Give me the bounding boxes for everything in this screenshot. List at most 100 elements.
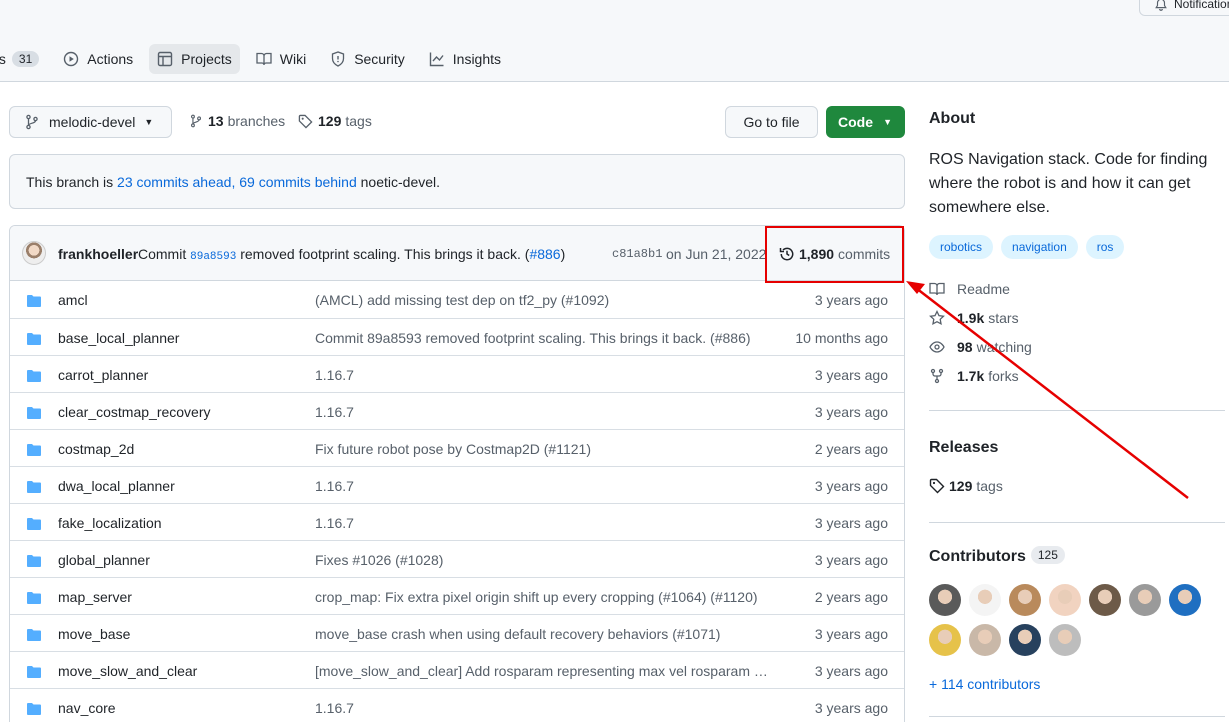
contributor-avatar[interactable] xyxy=(969,584,1001,616)
file-commit-message[interactable]: 1.16.7 xyxy=(315,404,354,420)
tab-label: ts xyxy=(0,51,6,67)
file-row[interactable]: base_local_planner Commit 89a8593 removed… xyxy=(10,318,904,355)
commit-author[interactable]: frankhoeller xyxy=(58,246,138,262)
watchers-link[interactable]: 98 watching xyxy=(929,339,1032,355)
forks-link[interactable]: 1.7k forks xyxy=(929,368,1019,384)
commit-message-sha[interactable]: 89a8593 xyxy=(190,251,236,263)
sidebar-divider xyxy=(929,716,1225,717)
contributor-avatar[interactable] xyxy=(929,584,961,616)
tab-insights[interactable]: Insights xyxy=(421,44,509,74)
releases-heading[interactable]: Releases xyxy=(929,439,1225,457)
banner-prefix: This branch is xyxy=(26,174,114,190)
file-commit-message[interactable]: [move_slow_and_clear] Add rosparam repre… xyxy=(315,663,775,679)
file-commit-age: 3 years ago xyxy=(814,700,888,716)
file-commit-message[interactable]: Fixes #1026 (#1028) xyxy=(315,552,443,568)
watching-label: watching xyxy=(976,339,1032,355)
commit-message[interactable]: Commit 89a8593 removed footprint scaling… xyxy=(138,246,565,263)
file-name[interactable]: clear_costmap_recovery xyxy=(58,404,211,420)
file-name[interactable]: amcl xyxy=(58,292,88,308)
tab-security[interactable]: Security xyxy=(322,44,413,74)
release-tags-link[interactable]: 129 tags xyxy=(929,478,1003,494)
file-row[interactable]: map_server crop_map: Fix extra pixel orig… xyxy=(10,577,904,614)
folder-icon xyxy=(26,331,42,350)
file-commit-message[interactable]: 1.16.7 xyxy=(315,515,354,531)
branch-select-button[interactable]: melodic-devel ▼ xyxy=(9,106,172,138)
file-row[interactable]: global_planner Fixes #1026 (#1028) 3 years… xyxy=(10,540,904,577)
sidebar-divider xyxy=(929,522,1225,523)
contributor-avatar[interactable] xyxy=(1049,584,1081,616)
commit-pr-link[interactable]: #886 xyxy=(529,246,560,262)
topic-tag[interactable]: ros xyxy=(1085,235,1125,259)
file-commit-message[interactable]: 1.16.7 xyxy=(315,478,354,494)
folder-icon xyxy=(26,368,42,387)
file-row[interactable]: amcl (AMCL) add missing test dep on tf2_p… xyxy=(10,281,904,318)
commits-behind-link[interactable]: 69 commits behind xyxy=(239,174,357,190)
author-avatar[interactable] xyxy=(22,241,46,265)
topic-tag[interactable]: robotics xyxy=(929,235,994,259)
file-name[interactable]: global_planner xyxy=(58,552,150,568)
caret-down-icon: ▼ xyxy=(883,117,892,127)
book-icon xyxy=(929,282,945,296)
contributor-avatar[interactable] xyxy=(929,624,961,656)
tab-wiki[interactable]: Wiki xyxy=(248,44,314,74)
stars-link[interactable]: 1.9k stars xyxy=(929,310,1019,326)
file-row[interactable]: costmap_2d Fix future robot pose by Costm… xyxy=(10,429,904,466)
contributor-avatar[interactable] xyxy=(1009,624,1041,656)
banner-base-branch: noetic-devel. xyxy=(360,174,441,190)
file-name[interactable]: map_server xyxy=(58,589,132,605)
contributor-avatar[interactable] xyxy=(969,624,1001,656)
file-row[interactable]: move_slow_and_clear [move_slow_and_clear]… xyxy=(10,651,904,688)
file-commit-message[interactable]: Commit 89a8593 removed footprint scaling… xyxy=(315,330,751,346)
file-commit-message[interactable]: Fix future robot pose by Costmap2D (#112… xyxy=(315,441,591,457)
more-contributors-link[interactable]: + 114 contributors xyxy=(929,676,1040,692)
folder-icon xyxy=(26,405,42,424)
file-commit-message[interactable]: 1.16.7 xyxy=(315,700,354,716)
file-commit-message[interactable]: crop_map: Fix extra pixel origin shift u… xyxy=(315,589,758,605)
contributors-heading[interactable]: Contributors 125 xyxy=(929,546,1225,566)
topic-tag[interactable]: navigation xyxy=(1001,235,1078,259)
notifications-button[interactable]: Notifications xyxy=(1139,0,1229,16)
go-to-file-button[interactable]: Go to file xyxy=(725,106,818,138)
file-name[interactable]: carrot_planner xyxy=(58,367,148,383)
folder-icon xyxy=(26,516,42,535)
branches-link[interactable]: 13 branches xyxy=(189,113,285,129)
contributor-avatar[interactable] xyxy=(1129,584,1161,616)
file-name[interactable]: move_base xyxy=(58,626,130,642)
contributors-count: 125 xyxy=(1030,546,1065,564)
folder-icon xyxy=(26,442,42,461)
tab-pull-requests[interactable]: ts 31 xyxy=(0,44,47,74)
shield-icon xyxy=(332,51,345,67)
commit-message-prefix: Commit xyxy=(138,246,187,262)
file-name[interactable]: move_slow_and_clear xyxy=(58,663,197,679)
file-row[interactable]: fake_localization 1.16.7 3 years ago xyxy=(10,503,904,540)
folder-icon xyxy=(26,479,42,498)
readme-link[interactable]: Readme xyxy=(929,281,1010,297)
file-commit-message[interactable]: move_base crash when using default recov… xyxy=(315,626,720,642)
file-name[interactable]: costmap_2d xyxy=(58,441,134,457)
file-commit-message[interactable]: (AMCL) add missing test dep on tf2_py (#… xyxy=(315,292,609,308)
table-icon xyxy=(157,51,173,67)
file-row[interactable]: clear_costmap_recovery 1.16.7 3 years ago xyxy=(10,392,904,429)
file-name[interactable]: base_local_planner xyxy=(58,330,179,346)
file-name[interactable]: dwa_local_planner xyxy=(58,478,175,494)
file-row[interactable]: move_base move_base crash when using defa… xyxy=(10,614,904,651)
file-name[interactable]: nav_core xyxy=(58,700,116,716)
contributor-avatar[interactable] xyxy=(1169,584,1201,616)
tab-actions[interactable]: Actions xyxy=(55,44,141,74)
contributor-avatar[interactable] xyxy=(1009,584,1041,616)
code-button[interactable]: Code ▼ xyxy=(826,106,905,138)
tab-projects[interactable]: Projects xyxy=(149,44,240,74)
file-row[interactable]: nav_core 1.16.7 3 years ago xyxy=(10,688,904,722)
contributor-avatar[interactable] xyxy=(1089,584,1121,616)
file-row[interactable]: dwa_local_planner 1.16.7 3 years ago xyxy=(10,466,904,503)
tags-link[interactable]: 129 tags xyxy=(298,113,372,129)
file-commit-message[interactable]: 1.16.7 xyxy=(315,367,354,383)
branches-label: branches xyxy=(227,113,286,129)
commit-message-text: removed footprint scaling. This brings i… xyxy=(240,246,530,262)
contributor-avatar[interactable] xyxy=(1049,624,1081,656)
branch-compare-banner: This branch is 23 commits ahead, 69 comm… xyxy=(9,154,905,209)
file-row[interactable]: carrot_planner 1.16.7 3 years ago xyxy=(10,355,904,392)
commits-ahead-link[interactable]: 23 commits ahead, xyxy=(117,174,235,190)
file-name[interactable]: fake_localization xyxy=(58,515,162,531)
commit-sha[interactable]: c81a8b1 xyxy=(612,247,662,261)
